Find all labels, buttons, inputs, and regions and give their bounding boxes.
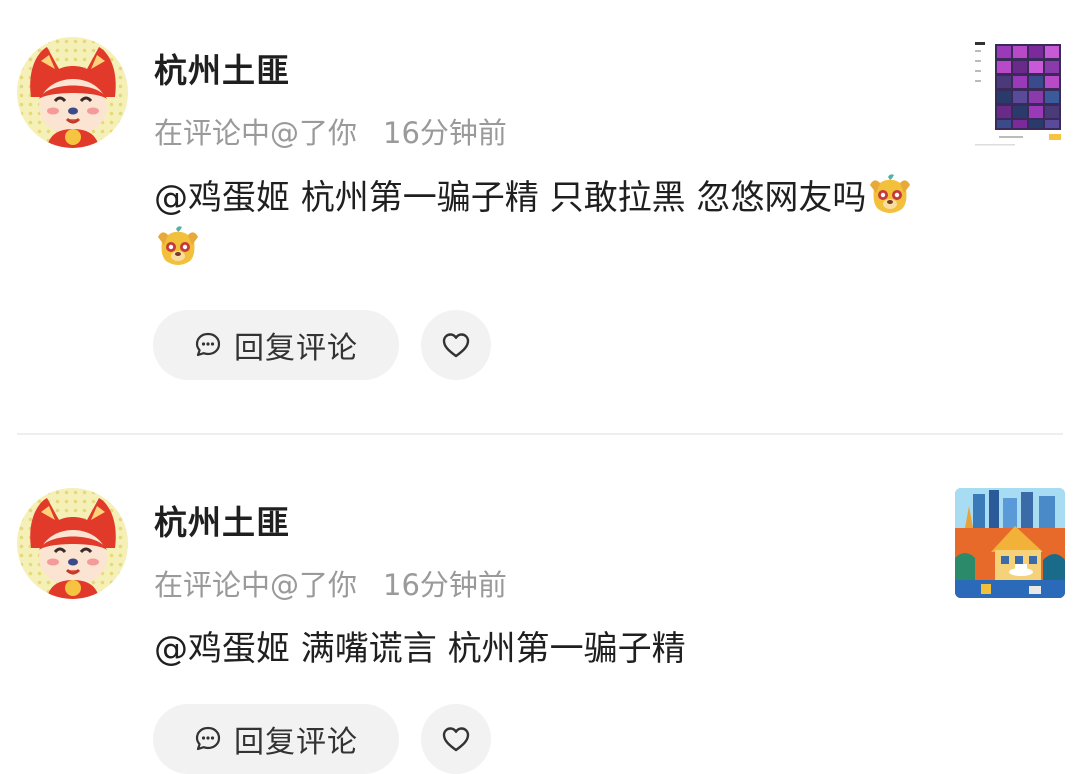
heart-icon — [442, 333, 470, 358]
notification-meta: 在评论中@了你 16分钟前 — [154, 562, 507, 604]
post-thumbnail[interactable] — [973, 38, 1065, 150]
dog-face-emoji-icon — [870, 174, 911, 213]
comment-body: @鸡蛋姬 满嘴谎言 杭州第一骗子精 — [154, 629, 686, 669]
colorful-city-illustration-thumbnail-icon — [955, 488, 1065, 598]
purple-image-grid-thumbnail-icon — [973, 38, 1065, 150]
comment-body: @鸡蛋姬 杭州第一骗子精 只敢拉黑 忽悠网友吗 — [154, 178, 867, 218]
heart-icon — [442, 727, 470, 752]
chat-bubble-icon — [195, 726, 221, 751]
reply-comment-button[interactable]: 回复评论 — [153, 310, 399, 380]
reply-label: 回复评论 — [234, 725, 358, 760]
action-text: 在评论中@了你 — [154, 568, 358, 602]
divider — [17, 433, 1063, 435]
like-button[interactable] — [421, 704, 491, 774]
notification-meta: 在评论中@了你 16分钟前 — [154, 110, 507, 152]
username[interactable]: 杭州土匪 — [154, 44, 290, 92]
dog-face-emoji-icon — [158, 226, 198, 265]
comment-text[interactable]: @鸡蛋姬 杭州第一骗子精 只敢拉黑 忽悠网友吗 — [154, 172, 914, 276]
mention-notification[interactable]: 杭州土匪 在评论中@了你 16分钟前 @鸡蛋姬 满嘴谎言 杭州第一骗子精 回复评论 — [0, 436, 1080, 774]
avatar[interactable] — [17, 488, 128, 599]
avatar[interactable] — [17, 37, 128, 148]
chat-bubble-icon — [195, 332, 221, 357]
red-fox-avatar-icon — [30, 498, 116, 599]
timestamp: 16分钟前 — [383, 568, 507, 602]
like-button[interactable] — [421, 310, 491, 380]
reply-comment-button[interactable]: 回复评论 — [153, 704, 399, 774]
action-text: 在评论中@了你 — [154, 116, 358, 150]
comment-text[interactable]: @鸡蛋姬 满嘴谎言 杭州第一骗子精 — [154, 623, 914, 675]
red-fox-avatar-icon — [30, 47, 116, 148]
timestamp: 16分钟前 — [383, 116, 507, 150]
username[interactable]: 杭州土匪 — [154, 496, 290, 544]
post-thumbnail[interactable] — [955, 488, 1065, 598]
reply-label: 回复评论 — [234, 331, 358, 366]
mention-notification[interactable]: 杭州土匪 在评论中@了你 16分钟前 @鸡蛋姬 杭州第一骗子精 只敢拉黑 忽悠网友… — [0, 0, 1080, 434]
